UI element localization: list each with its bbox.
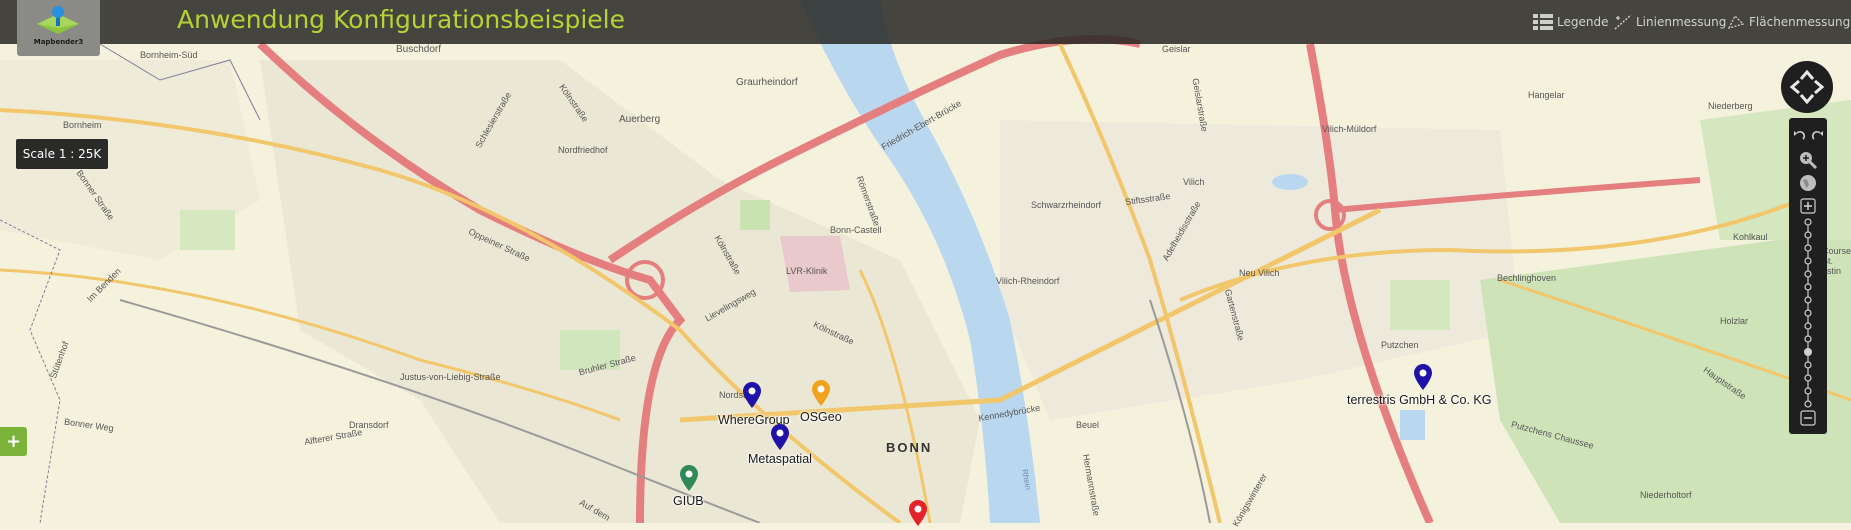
legend-button[interactable]: Legende (1533, 14, 1608, 30)
map-label-niederberg: Niederberg (1708, 101, 1753, 111)
map-label-bonn: BONN (886, 440, 933, 455)
map-label-vilich-rheindorf: Vilich-Rheindorf (996, 276, 1060, 286)
top-toolbar: Mapbender3 Anwendung Konfigurationsbeisp… (0, 0, 1851, 56)
marker-label-metaspatial: Metaspatial (748, 452, 812, 466)
marker-label-osgeo: OSGeo (800, 410, 842, 424)
marker-label-giub: GIUB (673, 494, 704, 508)
zoom-to-max-extent-button[interactable] (1789, 173, 1827, 193)
map-marker-terrestris[interactable] (1414, 364, 1432, 394)
map-marker-metaspatial[interactable] (771, 424, 789, 454)
map-label-schwarzrheindorf: Schwarzrheindorf (1031, 200, 1102, 210)
redo-icon (1811, 130, 1823, 140)
scale-display: Scale 1 : 25K (16, 139, 108, 169)
zoom-box-button[interactable] (1789, 150, 1827, 170)
marker-label-terrestris: terrestris GmbH & Co. KG (1347, 393, 1492, 407)
plus-icon (1800, 198, 1816, 214)
area-measure-icon (1727, 14, 1745, 30)
map-label-auerberg: Auerberg (619, 114, 661, 125)
zoom-out-button[interactable] (1789, 408, 1827, 428)
map-label-holzlar: Holzlar (1720, 316, 1749, 326)
map-label-buschdorf: Buschdorf (396, 44, 442, 55)
location-pin-icon (680, 465, 698, 491)
map-label-beuel: Beuel (1076, 420, 1100, 430)
zoom-bar (1789, 118, 1827, 434)
map-label-vilich: Vilich (1183, 177, 1205, 187)
pan-arrows-icon (1789, 69, 1825, 105)
line-measure-icon (1614, 14, 1632, 30)
minus-icon (1800, 410, 1816, 426)
zoom-slider-handle[interactable] (1804, 348, 1812, 356)
zoom-in-magnifier-icon (1800, 152, 1817, 169)
location-pin-icon (812, 380, 830, 406)
history-forward-button[interactable] (1808, 126, 1827, 146)
map-marker-red[interactable] (909, 500, 927, 530)
map-label-niederholtorf: Niederholtorf (1640, 490, 1692, 500)
map-label-kohlkaul: Kohlkaul (1733, 232, 1768, 242)
history-back-button[interactable] (1789, 126, 1808, 146)
map-label-putzchen: Putzchen (1381, 340, 1419, 350)
map-label-justus: Justus-von-Liebig-Straße (400, 372, 501, 382)
location-pin-icon (909, 500, 927, 526)
map-label-graurheindorf: Graurheindorf (736, 77, 798, 88)
map-label-neu-vilich: Neu Vilich (1239, 268, 1280, 278)
plus-icon: + (5, 431, 22, 452)
map-label-nordst: Nordst (719, 390, 746, 400)
pan-control[interactable] (1781, 61, 1833, 113)
zoom-slider[interactable] (1800, 218, 1816, 408)
undo-icon (1793, 130, 1805, 140)
map-label-geislar: Geislar (1162, 44, 1191, 54)
app-logo[interactable]: Mapbender3 (17, 0, 100, 56)
map-label-bornheim: Bornheim (63, 120, 102, 130)
area-measure-button[interactable]: Flächenmessung (1727, 14, 1850, 30)
legend-label: Legende (1557, 15, 1609, 29)
map-label-lvr: LVR-Klinik (786, 266, 828, 276)
globe-icon (1800, 175, 1816, 191)
map-label-bechlinghoven: Bechlinghoven (1497, 273, 1557, 283)
map-marker-osgeo[interactable] (812, 380, 830, 410)
map-label-nordfriedhof: Nordfriedhof (558, 145, 608, 155)
logo-text: Mapbender3 (33, 38, 84, 46)
sidepane-toggle-button[interactable]: + (0, 427, 27, 456)
app-title: Anwendung Konfigurationsbeispiele (177, 5, 625, 34)
location-pin-icon (771, 424, 789, 450)
area-measure-label: Flächenmessung (1749, 15, 1851, 29)
mapbender-logo-icon (37, 6, 79, 34)
location-pin-icon (743, 382, 761, 408)
line-measure-button[interactable]: Linienmessung (1614, 14, 1726, 30)
map-label-bornheim-sud: Bornheim-Süd (140, 50, 198, 60)
map-marker-giub[interactable] (680, 465, 698, 495)
map-marker-wheregroup[interactable] (743, 382, 761, 412)
line-measure-label: Linienmessung (1636, 15, 1727, 29)
location-pin-icon (1414, 364, 1432, 390)
map-label-hangelar: Hangelar (1528, 90, 1565, 100)
zoom-in-button[interactable] (1789, 196, 1827, 216)
map-label-vilich-muldorf: Vilich-Müldorf (1322, 124, 1377, 134)
list-icon (1533, 14, 1553, 30)
